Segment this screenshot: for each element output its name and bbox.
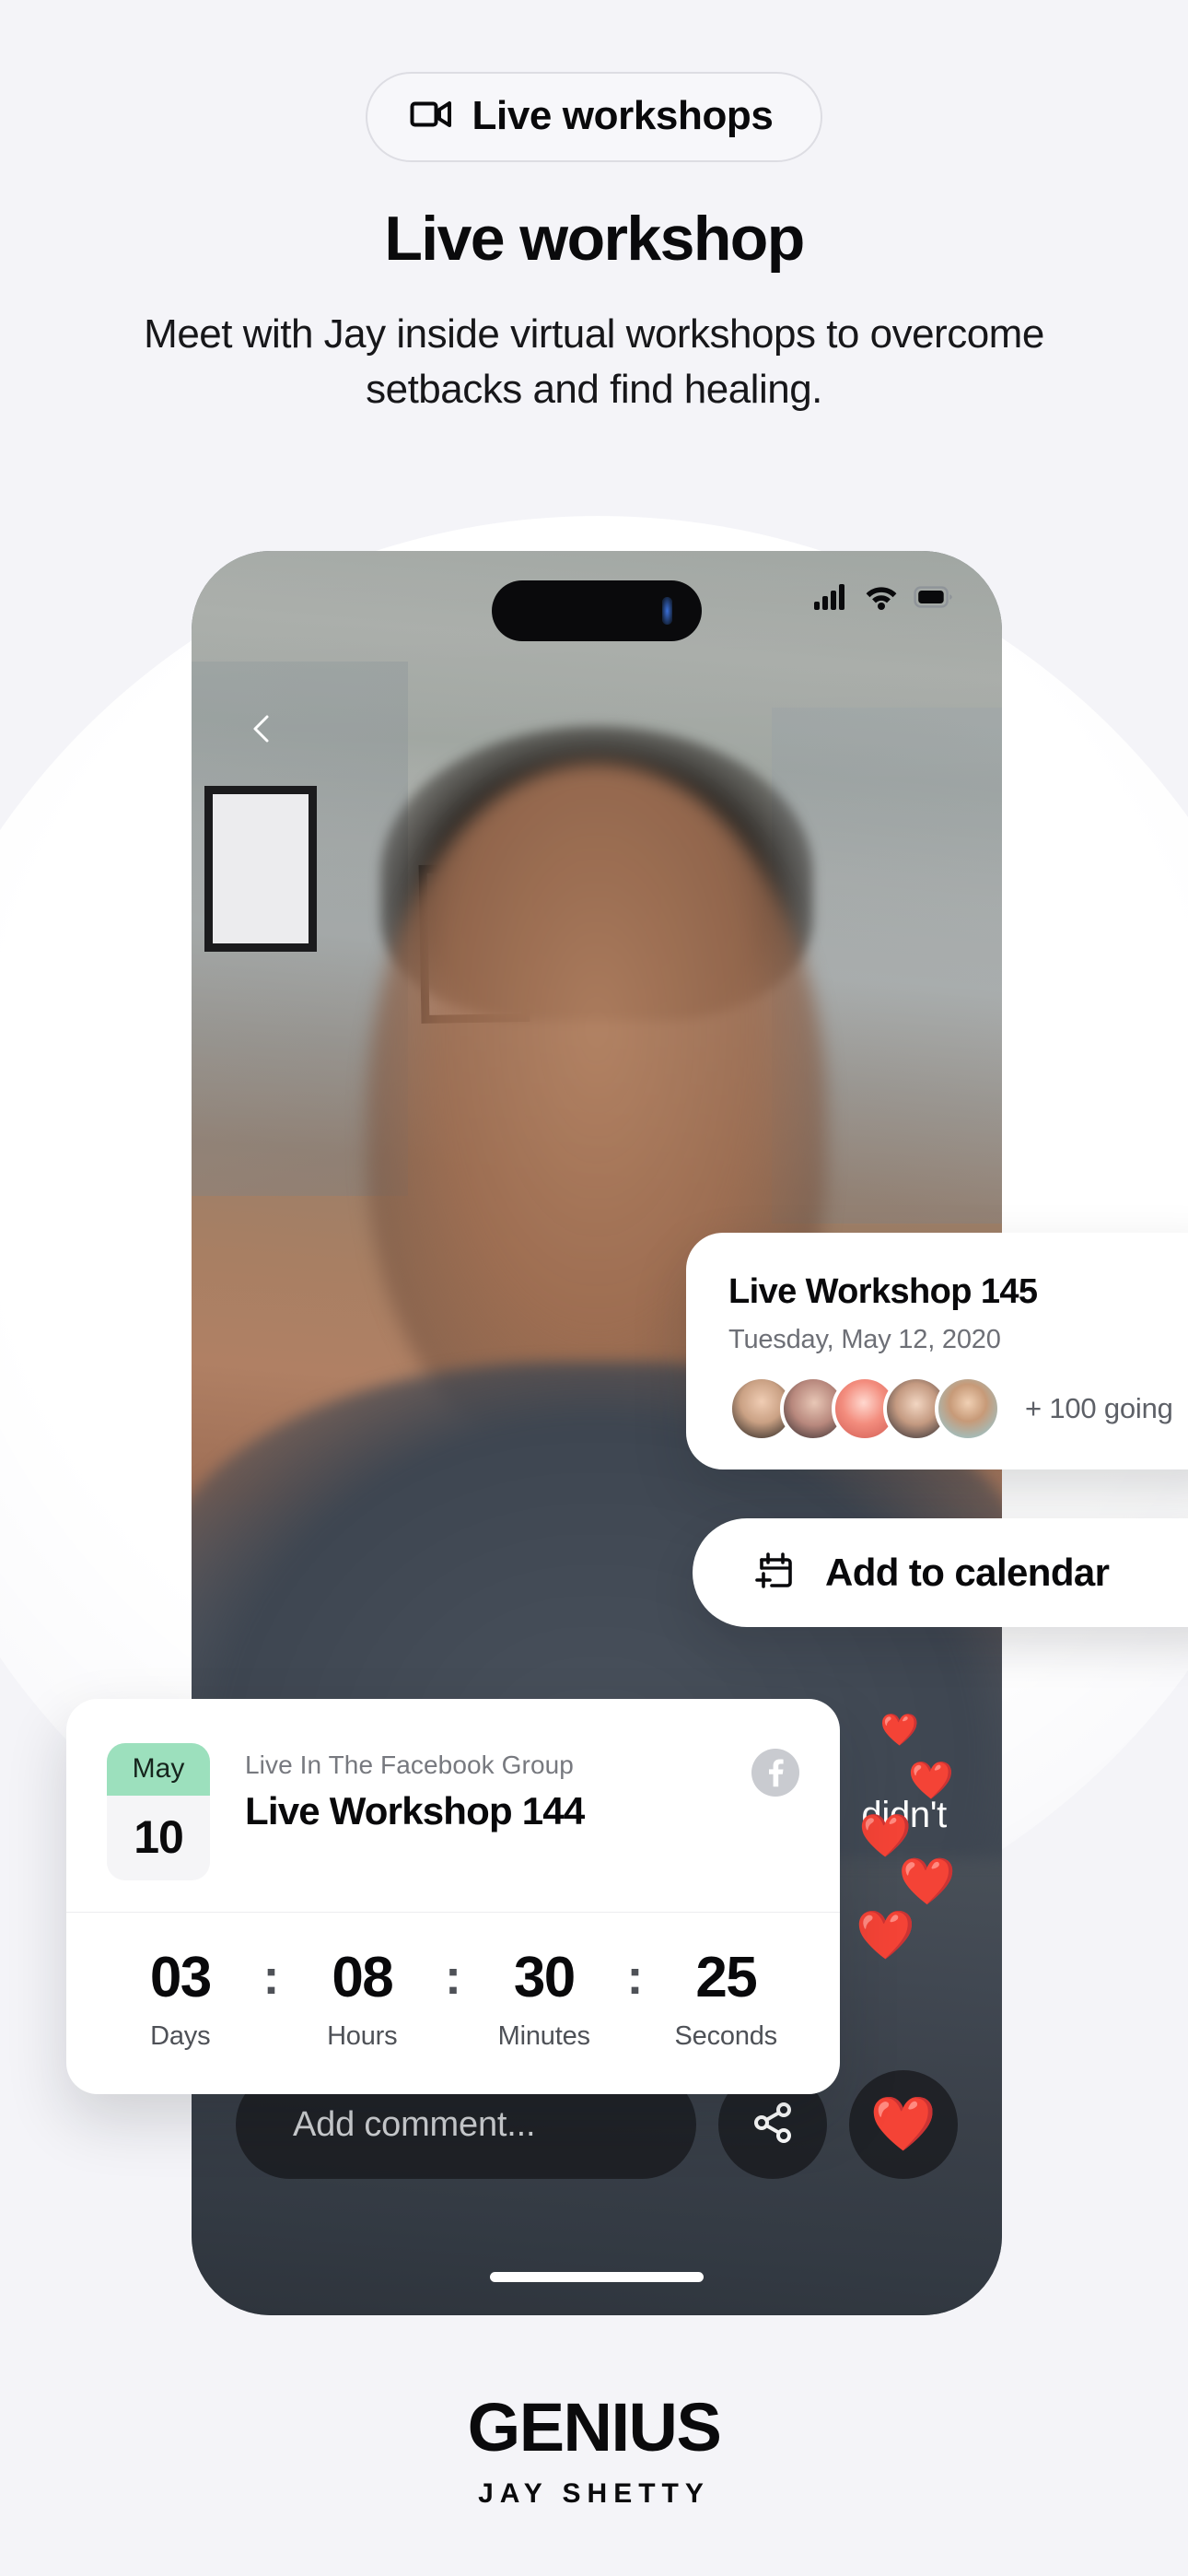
countdown-label: Hours (327, 2021, 398, 2051)
heart-icon: ❤️ (858, 1811, 912, 1859)
heart-icon: ❤️ (879, 1713, 919, 1748)
attendee-count-label: + 100 going (1025, 1391, 1173, 1424)
dynamic-island (492, 580, 702, 641)
share-icon (749, 2099, 797, 2151)
countdown-separator: : (445, 1950, 461, 2005)
workshop-145-title: Live Workshop 145 (728, 1272, 1038, 1311)
workshop-145-card[interactable]: Live Workshop 145 Tuesday, May 12, 2020 … (686, 1233, 1188, 1469)
heart-icon: ❤️ (898, 1856, 956, 1907)
countdown-value: 08 (332, 1946, 393, 2009)
countdown-value: 25 (695, 1946, 757, 2009)
status-bar-indicators (814, 584, 952, 615)
countdown-unit-seconds: 25 Seconds (649, 1950, 804, 2052)
add-to-calendar-button[interactable]: Add to calendar (693, 1518, 1188, 1627)
page-header: Live workshops Live workshop Meet with J… (0, 0, 1188, 417)
calendar-add-icon (753, 1550, 796, 1597)
battery-icon (914, 586, 952, 613)
live-workshops-badge-label: Live workshops (472, 93, 774, 138)
page-subtitle: Meet with Jay inside virtual workshops t… (144, 311, 1044, 413)
page-title: Live workshop (384, 204, 805, 274)
countdown-unit-minutes: 30 Minutes (467, 1950, 622, 2052)
picture-frame-left (204, 786, 317, 952)
cellular-bars-icon (814, 584, 849, 615)
brand-subtitle: JAY SHETTY (478, 2478, 710, 2509)
brand-logo: GENIUS JAY SHETTY (0, 2394, 1188, 2510)
attendee-avatars: + 100 going (728, 1375, 1188, 1442)
chevron-left-icon[interactable] (247, 713, 278, 744)
countdown-value: 30 (513, 1946, 576, 2009)
countdown-card-header: May 10 Live In The Facebook Group Live W… (66, 1699, 840, 1912)
countdown-card[interactable]: May 10 Live In The Facebook Group Live W… (66, 1699, 840, 2094)
date-badge-month: May (107, 1743, 210, 1796)
heart-icon: ❤️ (908, 1761, 954, 1801)
video-camera-icon (410, 100, 452, 134)
countdown-unit-hours: 08 Hours (285, 1950, 440, 2052)
wifi-icon (865, 584, 898, 615)
like-button[interactable]: ❤️ (849, 2070, 958, 2179)
countdown-card-title: Live Workshop 144 (245, 1789, 585, 1832)
workshop-145-date: Tuesday, May 12, 2020 (728, 1324, 1001, 1354)
home-indicator (490, 2272, 704, 2282)
countdown-label: Minutes (497, 2021, 590, 2051)
countdown-separator: : (626, 1950, 644, 2005)
brand-name: GENIUS (467, 2389, 722, 2465)
live-workshops-badge[interactable]: Live workshops (365, 72, 823, 162)
countdown-label: Days (150, 2021, 211, 2051)
date-badge-day: 10 (134, 1811, 184, 1863)
date-badge: May 10 (107, 1743, 210, 1880)
countdown-card-text: Live In The Facebook Group Live Workshop… (210, 1743, 751, 1833)
countdown-label: Seconds (674, 2021, 778, 2051)
countdown-unit-days: 03 Days (103, 1950, 258, 2052)
heart-icon: ❤️ (869, 2094, 938, 2154)
facebook-icon (751, 1749, 799, 1801)
countdown-value: 03 (149, 1946, 212, 2009)
avatar (935, 1375, 1001, 1442)
front-camera-icon (662, 597, 672, 625)
add-to-calendar-label: Add to calendar (825, 1551, 1110, 1594)
heart-icon: ❤️ (856, 1909, 915, 1962)
countdown-card-eyebrow: Live In The Facebook Group (245, 1751, 574, 1779)
countdown-separator: : (262, 1950, 280, 2005)
countdown-timer: 03 Days : 08 Hours : 30 Minutes : 25 Sec… (66, 1913, 840, 2094)
